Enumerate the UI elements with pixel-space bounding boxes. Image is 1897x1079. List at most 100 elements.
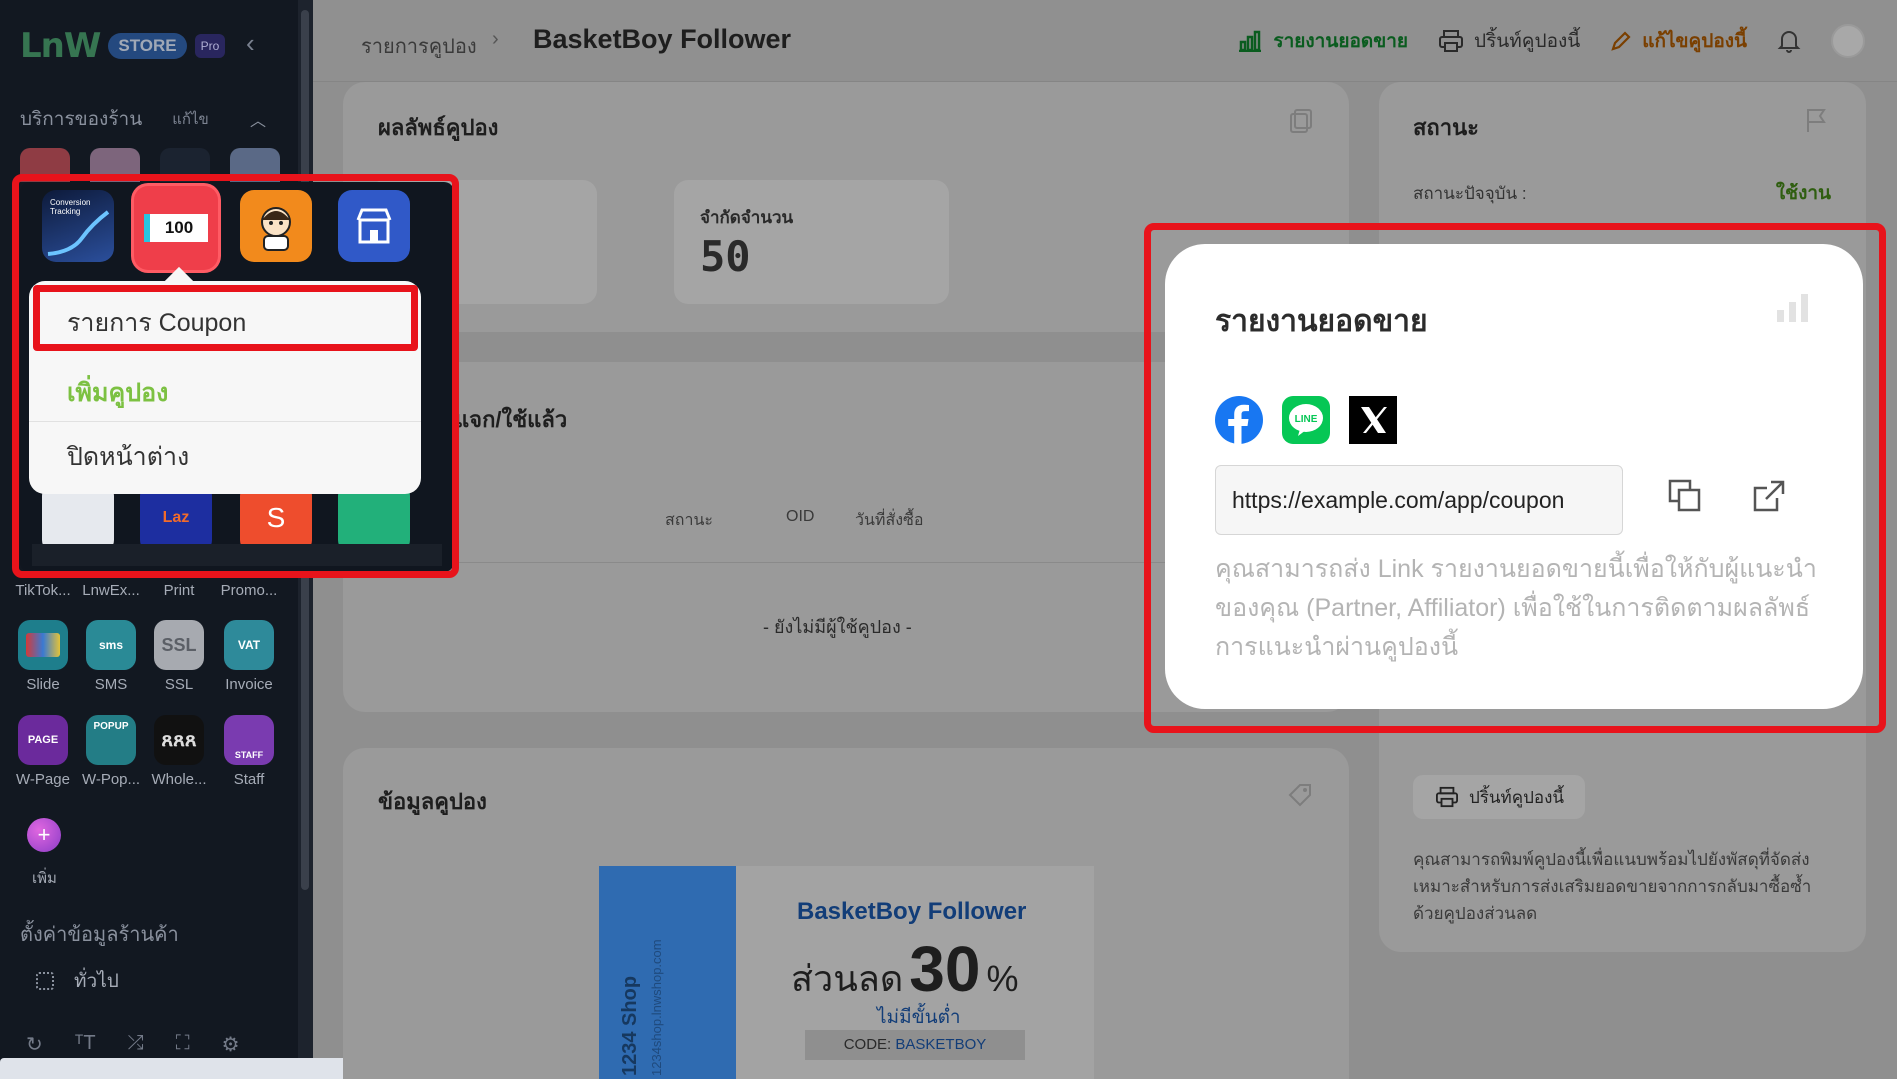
printer-icon (1439, 30, 1464, 52)
app-tiktok[interactable]: TikTok... (10, 576, 76, 599)
ssl-icon: SSL (154, 620, 204, 670)
collapse-sidebar-icon[interactable]: ‹ (246, 28, 255, 59)
gear-icon[interactable]: ⚙ (222, 1032, 240, 1057)
app-label: SSL (164, 676, 194, 693)
add-app-button[interactable]: + (27, 818, 61, 852)
info-card-title: ข้อมูลคูปอง (378, 789, 487, 814)
app-label: LnwEx... (82, 582, 140, 599)
app-wpopup[interactable]: POPUP W-Pop... (78, 715, 144, 788)
app-label: W-Page (16, 771, 70, 788)
print-coupon-panel-button[interactable]: ปริ้นท์คูปองนี้ (1413, 775, 1585, 819)
current-status-value: ใช้งาน (1775, 183, 1831, 204)
print-coupon-button[interactable]: ปริ้นท์คูปองนี้ (1438, 26, 1580, 56)
refresh-icon[interactable]: ↻ (26, 1032, 43, 1057)
results-card-title: ผลลัพธ์คูปอง (378, 115, 499, 140)
top-header: รายการคูปอง › BasketBoy Follower รายงานย… (313, 0, 1897, 82)
used-list-title: แจก/ใช้แล้ว (455, 407, 568, 432)
bottom-strip (0, 1058, 360, 1079)
edit-coupon-button[interactable]: แก้ไขคูปองนี้ (1610, 26, 1747, 56)
add-app-label: เพิ่ม (32, 870, 57, 887)
chevron-up-icon[interactable]: ︿ (250, 107, 266, 131)
app-staff[interactable]: STAFF Staff (216, 715, 282, 788)
shuffle-icon[interactable]: ⤮ (128, 1032, 144, 1057)
limit-value: 50 (700, 232, 751, 281)
edit-coupon-label: แก้ไขคูปองนี้ (1642, 31, 1747, 52)
discount-prefix: ส่วนลด (791, 958, 904, 999)
print-panel-label: ปริ้นท์คูปองนี้ (1469, 787, 1565, 807)
pencil-icon (1611, 31, 1631, 51)
header-actions: รายงานยอดขาย ปริ้นท์คูปองนี้ แก้ไขคูปองน… (1237, 24, 1865, 58)
code-label: CODE: (843, 1036, 892, 1053)
discount-unit: % (986, 958, 1019, 999)
menu-item-add-coupon[interactable]: เพิ่มคูปอง (29, 365, 421, 421)
pro-badge: Pro (194, 34, 226, 58)
coupon-shop-name: 1234 Shop (619, 975, 641, 1076)
services-section-title: บริการของร้าน (20, 109, 143, 130)
col-oid: OID (786, 508, 815, 525)
copy-document-icon (1290, 109, 1312, 133)
services-edit-link[interactable]: แก้ไข (172, 107, 209, 131)
store-badge: STORE (108, 33, 187, 59)
highlight-coupon-list (33, 285, 418, 351)
app-wpage[interactable]: PAGE W-Page (10, 715, 76, 788)
welcome-page-icon: PAGE (18, 715, 68, 765)
app-label: Print (163, 582, 195, 599)
sidebar-bottom-toolbar: ↻ ᵀT ⤮ ⛶ ⚙ (26, 1032, 240, 1057)
coupon-shop-url: 1234shop.lnwshop.com (649, 939, 664, 1076)
app-invoice[interactable]: VAT Invoice (216, 620, 282, 693)
logo[interactable]: LnW STORE Pro (20, 26, 226, 66)
general-icon (36, 972, 54, 990)
coupon-code: CODE: BASKETBOY (805, 1030, 1025, 1060)
print-coupon-label: ปริ้นท์คูปองนี้ (1474, 31, 1581, 52)
logo-text: LnW (20, 26, 101, 66)
app-print[interactable]: Print (146, 576, 212, 599)
sales-report-button[interactable]: รายงานยอดขาย (1237, 26, 1408, 56)
fullscreen-icon[interactable]: ⛶ (176, 1032, 190, 1057)
discount-value: 30 (909, 933, 981, 1005)
highlight-share-card (1144, 223, 1886, 733)
app-label: Promo... (220, 582, 278, 599)
services-section-header: บริการของร้าน แก้ไข ︿ (20, 104, 266, 134)
bar-chart-icon (1239, 30, 1262, 52)
coupon-name: BasketBoy Follower (797, 898, 1027, 925)
app-sms[interactable]: sms SMS (78, 620, 144, 693)
app-label: SMS (94, 676, 128, 693)
app-label: Slide (26, 676, 60, 693)
app-promo[interactable]: Promo... (216, 576, 282, 599)
app-lnwex[interactable]: LnwEx... (78, 576, 144, 599)
coupon-discount: ส่วนลด 30 % (791, 932, 1018, 1007)
sms-icon: sms (86, 620, 136, 670)
breadcrumb-coupon-list[interactable]: รายการคูปอง (361, 30, 477, 62)
menu-item-close-window[interactable]: ปิดหน้าต่าง (29, 429, 421, 485)
sidebar-item-general[interactable]: ทั่วไป (36, 966, 119, 996)
wholesale-icon: ጸጸጸ (154, 715, 204, 765)
app-label: Invoice (225, 676, 273, 693)
store-settings-section-title: ตั้งค่าข้อมูลร้านค้า (20, 924, 179, 946)
menu-divider (29, 421, 421, 422)
breadcrumb-separator: › (492, 28, 499, 50)
sidebar-item-label: ทั่วไป (74, 971, 119, 992)
avatar[interactable] (1831, 24, 1865, 58)
app-ssl[interactable]: SSL SSL (146, 620, 212, 693)
status-card-title: สถานะ (1413, 115, 1479, 140)
staff-icon: STAFF (224, 715, 274, 765)
app-slide[interactable]: Slide (10, 620, 76, 693)
code-value: BASKETBOY (895, 1036, 987, 1053)
bell-icon[interactable] (1777, 28, 1801, 54)
coupon-minimum: ไม่มีขั้นต่ำ (877, 1007, 961, 1028)
current-status-label: สถานะปัจจุบัน : (1413, 184, 1527, 203)
empty-message: - ยังไม่มีผู้ใช้คูปอง - (763, 617, 912, 637)
app-wholesale[interactable]: ጸጸጸ Whole... (146, 715, 212, 788)
popup-icon: POPUP (86, 715, 136, 765)
app-label: Whole... (151, 771, 207, 788)
text-size-icon[interactable]: ᵀT (75, 1032, 96, 1057)
app-label: TikTok... (15, 582, 71, 599)
printer-icon (1436, 786, 1458, 808)
col-order-date: วันที่สั่งซื้อ (855, 512, 924, 529)
page-title: BasketBoy Follower (533, 24, 792, 54)
slide-icon (18, 620, 68, 670)
vat-icon: VAT (224, 620, 274, 670)
stat-box-limit: จำกัดจำนวน 50 (674, 180, 949, 304)
tag-icon (1288, 784, 1311, 807)
sales-report-label: รายงานยอดขาย (1273, 31, 1409, 52)
